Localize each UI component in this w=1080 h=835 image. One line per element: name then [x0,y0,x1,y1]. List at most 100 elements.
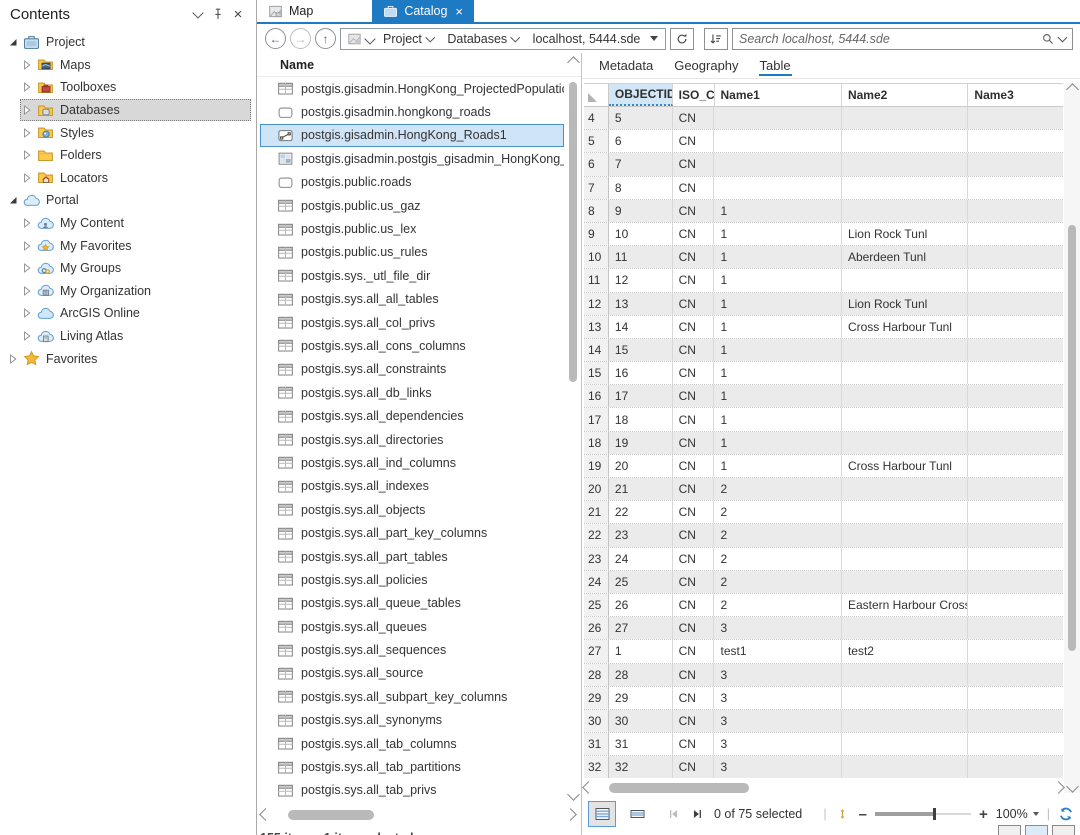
row-number[interactable]: 7 [584,177,609,199]
row-number[interactable]: 31 [584,733,609,755]
table-row[interactable]: 1819CN1 [584,432,1063,455]
table-vertical-scrollbar[interactable] [1064,83,1080,793]
catalog-item[interactable]: postgis.sys.all_sequences [260,638,564,661]
table-cell[interactable] [968,432,1063,454]
table-cell[interactable]: 5 [609,107,673,129]
table-row[interactable]: 1213CN1Lion Rock Tunl [584,293,1063,316]
list-horizontal-scrollbar[interactable] [261,807,575,822]
row-number[interactable]: 4 [584,107,609,129]
table-cell[interactable]: CN [673,687,715,709]
table-cell[interactable] [842,687,968,709]
scrollbar-thumb[interactable] [288,810,374,820]
row-number[interactable]: 15 [584,362,609,384]
row-number[interactable]: 12 [584,293,609,315]
tree-item-my-favorites[interactable]: My Favorites [0,234,256,257]
table-cell[interactable]: 11 [609,246,673,268]
row-number[interactable]: 25 [584,594,609,616]
catalog-item[interactable]: postgis.sys.all_part_key_columns [260,521,564,544]
table-cell[interactable] [968,571,1063,593]
row-number[interactable]: 29 [584,687,609,709]
table-cell[interactable]: 17 [609,385,673,407]
table-cell[interactable]: 7 [609,153,673,175]
row-number[interactable]: 18 [584,432,609,454]
table-cell[interactable]: 27 [609,617,673,639]
zoom-level-dropdown[interactable]: 100% [996,807,1039,821]
catalog-item[interactable]: postgis.sys.all_policies [260,568,564,591]
show-selected-records-button[interactable] [623,801,651,827]
table-cell[interactable]: 8 [609,177,673,199]
table-cell[interactable] [968,687,1063,709]
breadcrumb-databases[interactable]: Databases [440,32,525,46]
table-cell[interactable] [968,455,1063,477]
zoom-slider[interactable] [875,808,971,820]
catalog-item[interactable]: postgis.gisadmin.HongKong_ProjectedPopul… [260,77,564,100]
table-cell[interactable] [968,640,1063,662]
table-cell[interactable] [842,362,968,384]
expand-arrow-icon[interactable] [20,261,34,275]
row-number[interactable]: 28 [584,664,609,686]
table-cell[interactable]: 26 [609,594,673,616]
table-cell[interactable]: CN [673,408,715,430]
table-cell[interactable]: CN [673,339,715,361]
table-cell[interactable]: 1 [714,339,841,361]
expand-arrow-icon[interactable] [20,148,34,162]
table-cell[interactable] [968,664,1063,686]
table-cell[interactable] [968,293,1063,315]
refresh-button[interactable] [670,28,694,50]
catalog-item[interactable]: postgis.public.us_rules [260,241,564,264]
table-cell[interactable]: 14 [609,316,673,338]
table-cell[interactable] [968,246,1063,268]
table-cell[interactable] [968,130,1063,152]
table-cell[interactable]: 1 [714,316,841,338]
table-row[interactable]: 1112CN1 [584,269,1063,292]
sort-button[interactable] [704,28,728,50]
table-cell[interactable]: CN [673,548,715,570]
scroll-up-icon[interactable] [567,56,580,69]
table-cell[interactable]: 2 [714,548,841,570]
table-cell[interactable] [842,107,968,129]
table-cell[interactable]: 30 [609,710,673,732]
row-number[interactable]: 11 [584,269,609,291]
column-header-iso-cc[interactable]: ISO_CC [673,84,715,106]
tree-item-my-groups[interactable]: My Groups [0,257,256,280]
column-header-objectid[interactable]: OBJECTID * [609,84,673,106]
table-cell[interactable] [714,107,841,129]
table-row[interactable]: 2122CN2 [584,501,1063,524]
table-cell[interactable] [842,130,968,152]
breadcrumb-connection[interactable]: localhost, 5444.sde [526,32,648,46]
table-cell[interactable]: 3 [714,710,841,732]
catalog-item[interactable]: postgis.gisadmin.hongkong_roads [260,100,564,123]
list-vertical-scrollbar[interactable] [566,56,580,801]
tab-catalog[interactable]: Catalog × [372,0,474,22]
catalog-item[interactable]: postgis.sys.all_tab_columns [260,732,564,755]
column-header-name1[interactable]: Name1 [715,84,842,106]
table-row[interactable]: 1516CN1 [584,362,1063,385]
scrollbar-thumb[interactable] [569,82,577,382]
row-number[interactable]: 10 [584,246,609,268]
collapse-arrow-icon[interactable] [6,35,20,49]
scrollbar-thumb[interactable] [1068,225,1076,651]
row-number[interactable]: 20 [584,478,609,500]
zoom-slider-handle[interactable] [933,808,936,820]
table-cell[interactable]: 1 [714,385,841,407]
table-cell[interactable]: CN [673,571,715,593]
scroll-left-icon[interactable] [582,781,595,794]
scroll-right-icon[interactable] [1052,781,1065,794]
forward-button[interactable]: → [290,28,311,49]
table-cell[interactable]: CN [673,617,715,639]
expand-arrow-icon[interactable] [20,329,34,343]
show-all-records-button[interactable] [588,801,616,827]
table-cell[interactable]: 1 [714,223,841,245]
table-cell[interactable]: 1 [714,200,841,222]
zoom-in-button[interactable]: + [979,806,988,823]
zoom-out-button[interactable]: – [859,806,867,823]
catalog-item[interactable]: postgis.sys.all_all_tables [260,288,564,311]
search-input[interactable] [739,32,1037,46]
table-cell[interactable]: Aberdeen Tunl [842,246,968,268]
scroll-down-icon[interactable] [567,788,580,801]
scroll-right-icon[interactable] [564,808,577,821]
breadcrumb-dropdown-caret[interactable] [650,36,658,41]
table-cell[interactable] [842,408,968,430]
table-cell[interactable]: test2 [842,640,968,662]
tab-table[interactable]: Table [759,56,792,76]
